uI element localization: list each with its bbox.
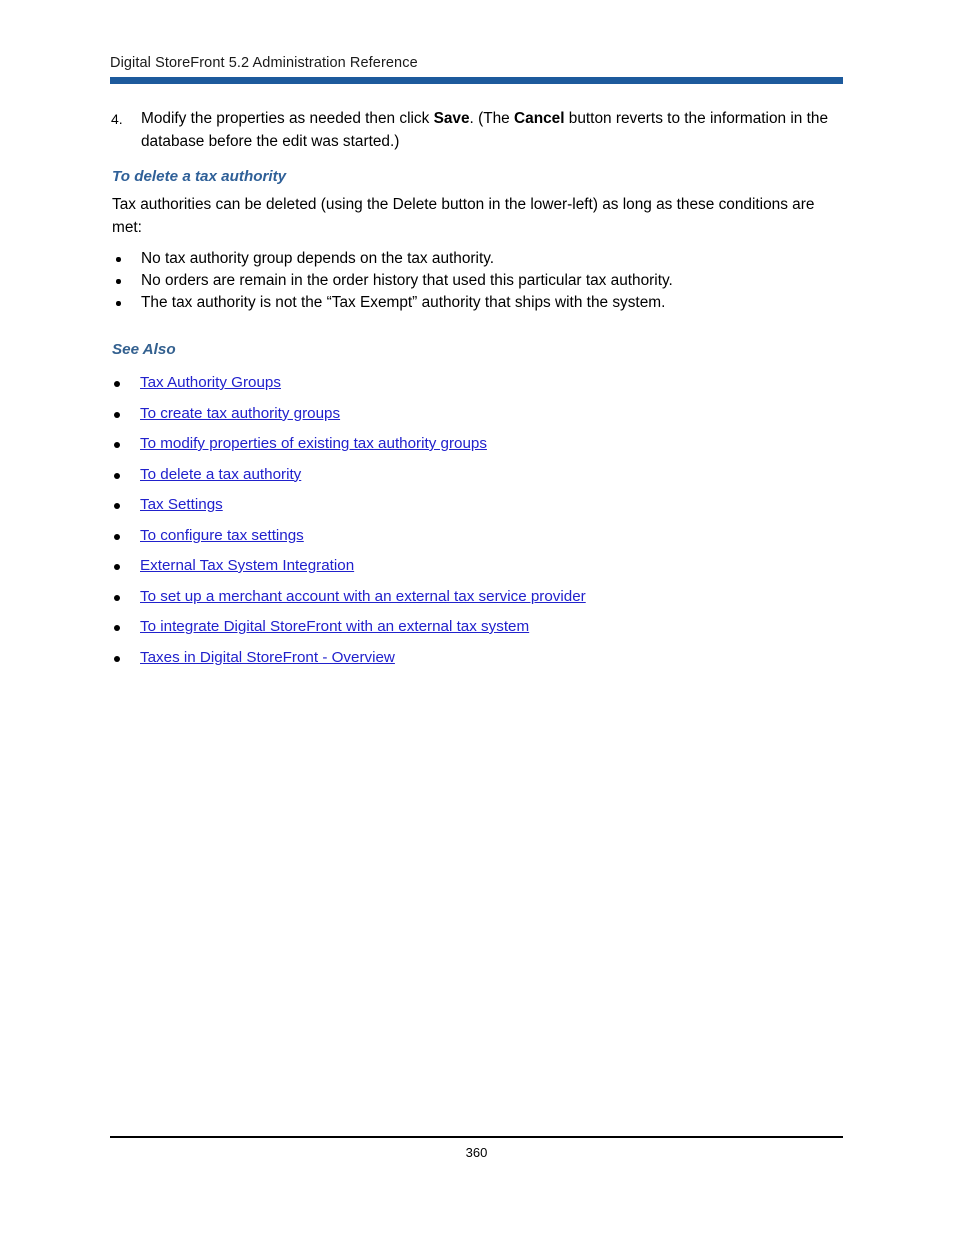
list-item: To modify properties of existing tax aut… [110, 429, 845, 460]
list-item: To set up a merchant account with an ext… [110, 582, 845, 613]
list-item-label: No orders are remain in the order histor… [141, 272, 673, 289]
see-also-link[interactable]: Taxes in Digital StoreFront - Overview [140, 649, 395, 666]
numbered-step: 4. Modify the properties as needed then … [110, 108, 845, 153]
see-also-list: Tax Authority Groups To create tax autho… [110, 368, 845, 673]
step-bold-save: Save [433, 110, 470, 127]
list-item: No orders are remain in the order histor… [110, 270, 845, 292]
see-also-link[interactable]: To integrate Digital StoreFront with an … [140, 618, 529, 635]
bullet-icon [114, 381, 120, 387]
conditions-list: No tax authority group depends on the ta… [110, 248, 845, 314]
page-number: 360 [465, 1144, 488, 1160]
see-also-link[interactable]: To create tax authority groups [140, 405, 340, 422]
list-item: To integrate Digital StoreFront with an … [110, 612, 845, 643]
document-title: Digital StoreFront 5.2 Administration Re… [110, 55, 418, 71]
running-header: Digital StoreFront 5.2 Administration Re… [110, 54, 843, 84]
list-item: The tax authority is not the “Tax Exempt… [110, 292, 845, 314]
list-item-label: No tax authority group depends on the ta… [141, 250, 495, 267]
bullet-icon [116, 257, 121, 262]
bullet-icon [114, 503, 120, 509]
section-subheading: To delete a tax authority [112, 168, 287, 185]
step-bold-cancel: Cancel [514, 110, 565, 127]
bullet-icon [114, 472, 120, 479]
bullet-icon [114, 655, 120, 662]
bullet-icon [116, 279, 121, 284]
list-item: No tax authority group depends on the ta… [110, 248, 845, 270]
list-item: To configure tax settings [110, 521, 845, 552]
bullet-icon [114, 411, 120, 418]
list-item-label: The tax authority is not the “Tax Exempt… [141, 294, 666, 311]
see-also-link[interactable]: To configure tax settings [140, 527, 304, 544]
step-text: Modify the properties as needed then cli… [141, 108, 845, 153]
see-also-link[interactable]: To modify properties of existing tax aut… [140, 435, 487, 452]
list-item: External Tax System Integration [110, 551, 845, 582]
see-also-link[interactable]: To delete a tax authority [140, 466, 301, 483]
step-text-part2: . (The [469, 110, 515, 127]
step-number: 4. [111, 111, 123, 127]
see-also-heading: See Also [112, 341, 176, 358]
see-also-link[interactable]: Tax Authority Groups [140, 374, 281, 391]
page-content: 4. Modify the properties as needed then … [110, 108, 845, 673]
list-item: Tax Settings [110, 490, 845, 521]
see-also-link[interactable]: External Tax System Integration [140, 557, 354, 574]
document-page: Digital StoreFront 5.2 Administration Re… [0, 0, 954, 1235]
list-item: Tax Authority Groups [110, 368, 845, 399]
list-item: To create tax authority groups [110, 399, 845, 430]
see-also-link[interactable]: Tax Settings [140, 496, 223, 513]
bullet-icon [114, 442, 120, 448]
header-divider [110, 77, 843, 84]
list-item: To delete a tax authority [110, 460, 845, 491]
footer-divider [110, 1136, 843, 1138]
bullet-icon [116, 301, 121, 306]
running-footer: 360 [110, 1136, 843, 1161]
bullet-icon [114, 594, 120, 601]
bullet-icon [114, 564, 120, 570]
list-item: Taxes in Digital StoreFront - Overview [110, 643, 845, 674]
see-also-link[interactable]: To set up a merchant account with an ext… [140, 588, 586, 605]
step-text-part1: Modify the properties as needed then cli… [141, 110, 434, 127]
bullet-icon [114, 533, 120, 540]
section-paragraph: Tax authorities can be deleted (using th… [112, 196, 815, 236]
bullet-icon [114, 625, 120, 631]
